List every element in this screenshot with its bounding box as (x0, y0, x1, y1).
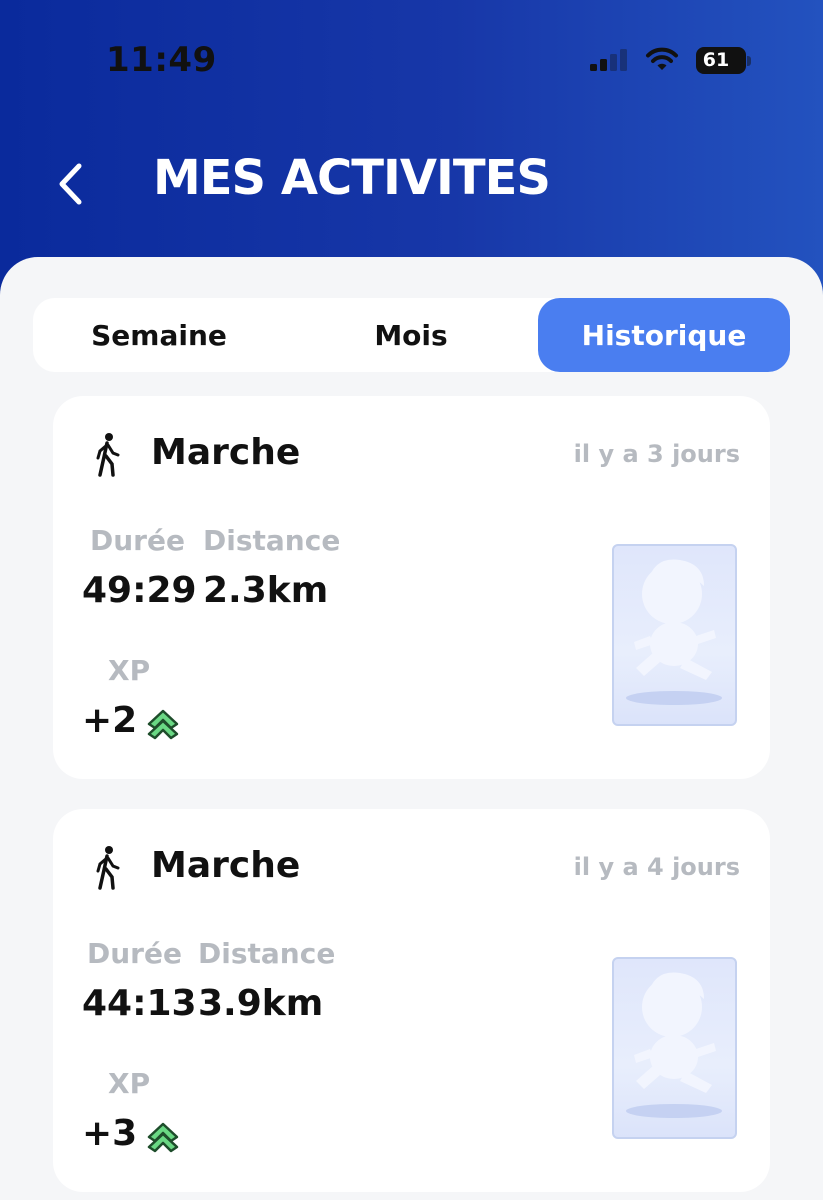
xp-label: XP (108, 654, 151, 687)
xp-row: +3 (82, 1113, 183, 1154)
tab-mois[interactable]: Mois (285, 298, 537, 372)
duration-value: 44:13 (82, 983, 197, 1024)
activity-card[interactable]: Marche il y a 4 jours Durée Distance 44:… (53, 809, 770, 1192)
activity-time-ago: il y a 3 jours (573, 440, 740, 468)
walking-person-icon (96, 846, 120, 890)
runner-silhouette-icon (626, 559, 722, 705)
walking-person-icon (96, 433, 120, 477)
xp-row: +2 (82, 700, 183, 741)
status-bar-time: 11:49 (106, 40, 217, 80)
activity-name: Marche (151, 432, 301, 473)
distance-label: Distance (198, 937, 336, 970)
page-title: MES ACTIVITES (153, 150, 551, 206)
duration-label: Durée (90, 524, 185, 557)
duration-label: Durée (87, 937, 182, 970)
distance-value: 3.9km (198, 983, 324, 1024)
duration-value: 49:29 (82, 570, 197, 611)
xp-value: +3 (82, 1113, 138, 1154)
distance-value: 2.3km (203, 570, 329, 611)
activity-card[interactable]: Marche il y a 3 jours Durée Distance 49:… (53, 396, 770, 779)
wifi-icon (646, 47, 678, 70)
chevron-left-icon (59, 163, 82, 205)
battery-level: 61 (702, 49, 730, 71)
double-chevron-up-icon (147, 1122, 179, 1152)
runner-silhouette-icon (626, 972, 722, 1118)
avatar-card (612, 544, 737, 726)
activity-name: Marche (151, 845, 301, 886)
back-button[interactable] (50, 160, 90, 208)
double-chevron-up-icon (147, 709, 179, 739)
distance-label: Distance (203, 524, 341, 557)
cellular-signal-icon (590, 49, 627, 71)
tab-semaine[interactable]: Semaine (33, 298, 285, 372)
tab-historique[interactable]: Historique (538, 298, 790, 372)
xp-label: XP (108, 1067, 151, 1100)
xp-value: +2 (82, 700, 138, 741)
period-tabs: Semaine Mois Historique (33, 298, 790, 372)
avatar-card (612, 957, 737, 1139)
app-header: 11:49 61 MES ACTIVITES (0, 0, 823, 300)
battery-indicator: 61 (696, 47, 751, 74)
activity-time-ago: il y a 4 jours (573, 853, 740, 881)
